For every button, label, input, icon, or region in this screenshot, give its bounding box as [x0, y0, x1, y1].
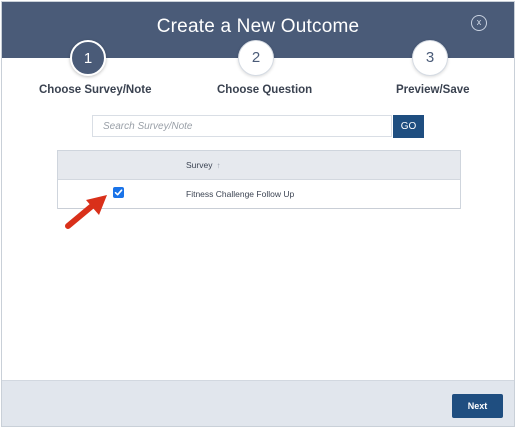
table-header: Survey ↑ — [58, 151, 460, 180]
survey-column-label: Survey — [186, 160, 213, 170]
modal-footer: Next — [2, 380, 514, 426]
step-3-indicator: 3 — [412, 40, 448, 76]
sort-ascending-icon: ↑ — [216, 161, 221, 170]
go-button[interactable]: GO — [393, 115, 424, 138]
create-outcome-modal: Create a New Outcome x 1 Choose Survey/N… — [1, 1, 515, 427]
step-3-label: Preview/Save — [396, 84, 470, 96]
step-1-indicator: 1 — [70, 40, 106, 76]
step-1-label: Choose Survey/Note — [39, 84, 152, 96]
step-2-indicator: 2 — [238, 40, 274, 76]
row-checkbox[interactable] — [113, 187, 124, 198]
next-button[interactable]: Next — [452, 394, 503, 418]
search-input[interactable] — [92, 115, 392, 137]
checkmark-icon — [114, 189, 123, 196]
survey-column-header[interactable]: Survey ↑ — [186, 160, 220, 170]
survey-table: Survey ↑ Fitness Challenge Follow Up — [57, 150, 461, 209]
annotation-arrow-icon — [65, 195, 107, 229]
close-button[interactable]: x — [471, 15, 487, 31]
modal-title: Create a New Outcome — [156, 16, 360, 37]
survey-name-cell: Fitness Challenge Follow Up — [186, 189, 295, 199]
table-row[interactable]: Fitness Challenge Follow Up — [58, 180, 460, 209]
step-2-label: Choose Question — [217, 84, 313, 96]
